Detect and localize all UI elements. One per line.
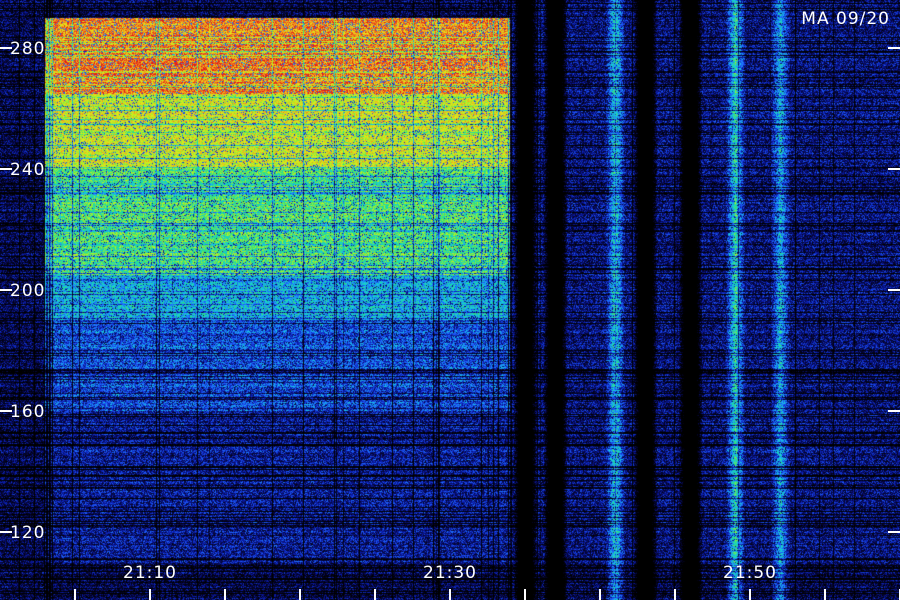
y-tick-label: 200	[10, 281, 45, 301]
y-tick-label: 120	[10, 523, 45, 543]
y-tick-label: 160	[10, 402, 45, 422]
y-tick-label: 280	[10, 39, 45, 59]
y-axis: 120 160 200 240 280	[0, 39, 900, 543]
spectrogram-overlay: MA 09/20 120 160 200 240 280 21:10 21:30 21:50	[0, 9, 900, 600]
chart-title: MA 09/20	[801, 9, 890, 29]
y-tick-label: 240	[10, 160, 45, 180]
x-tick-label: 21:50	[723, 563, 777, 583]
x-axis: 21:10 21:30 21:50	[74, 563, 900, 600]
x-tick-label: 21:10	[123, 563, 177, 583]
x-tick-label: 21:30	[423, 563, 477, 583]
